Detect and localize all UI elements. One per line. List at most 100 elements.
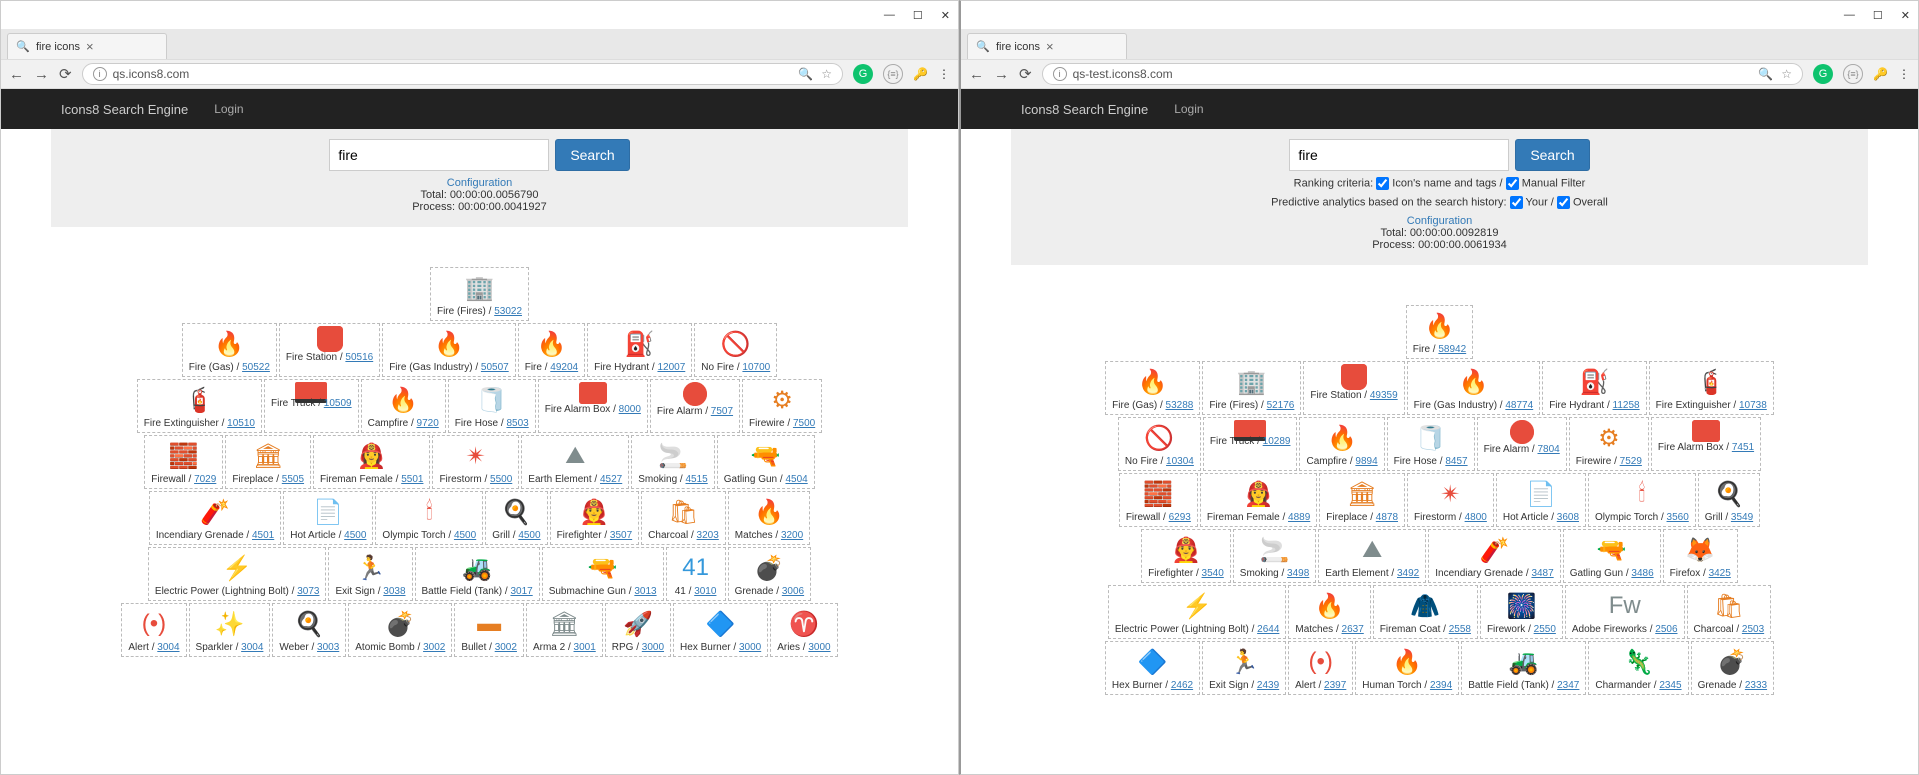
icon-card[interactable]: ✨Sparkler / 3004 (189, 603, 271, 657)
icon-score-link[interactable]: 3487 (1531, 568, 1553, 579)
icon-card[interactable]: ✴Firestorm / 5500 (432, 435, 519, 489)
icon-card[interactable]: 🏃Exit Sign / 3038 (328, 547, 412, 601)
icon-card[interactable]: 🔥Fire / 58942 (1406, 305, 1473, 359)
icon-card[interactable]: 🍳Grill / 3549 (1698, 473, 1760, 527)
icon-card[interactable]: ⚡Electric Power (Lightning Bolt) / 2644 (1108, 585, 1287, 639)
icon-card[interactable]: 🏢Fire (Fires) / 52176 (1202, 361, 1301, 415)
icon-card[interactable]: 🚜Battle Field (Tank) / 3017 (415, 547, 540, 601)
icon-score-link[interactable]: 9894 (1355, 456, 1377, 467)
icon-score-link[interactable]: 2558 (1449, 624, 1471, 635)
icon-score-link[interactable]: 2644 (1257, 624, 1279, 635)
icon-score-link[interactable]: 4500 (454, 530, 476, 541)
icon-card[interactable]: 🏛Fireplace / 4878 (1319, 473, 1405, 527)
icon-score-link[interactable]: 10509 (324, 398, 352, 409)
icon-card[interactable]: 🏃Exit Sign / 2439 (1202, 641, 1286, 695)
icon-score-link[interactable]: 4889 (1288, 512, 1310, 523)
browser-menu-icon[interactable]: ⋮ (938, 67, 950, 81)
icon-score-link[interactable]: 50516 (345, 352, 373, 363)
icon-score-link[interactable]: 2333 (1745, 680, 1767, 691)
icon-card[interactable]: ✴Firestorm / 4800 (1407, 473, 1494, 527)
icon-card[interactable]: 🧯Fire Extinguisher / 10510 (137, 379, 262, 433)
icon-card[interactable]: 🔥Fire (Gas) / 50522 (182, 323, 277, 377)
icon-score-link[interactable]: 3013 (634, 586, 656, 597)
icon-card[interactable]: 🏛Arma 2 / 3001 (526, 603, 603, 657)
search-button[interactable]: Search (1515, 139, 1589, 171)
icon-score-link[interactable]: 3002 (495, 642, 517, 653)
icon-score-link[interactable]: 3608 (1557, 512, 1579, 523)
icon-score-link[interactable]: 3425 (1709, 568, 1731, 579)
close-button[interactable]: ✕ (1901, 9, 1910, 22)
icon-score-link[interactable]: 2550 (1534, 624, 1556, 635)
icon-score-link[interactable]: 3003 (317, 642, 339, 653)
icon-score-link[interactable]: 49204 (550, 362, 578, 373)
icon-score-link[interactable]: 3002 (423, 642, 445, 653)
icon-card[interactable]: ⚙Firewire / 7500 (742, 379, 822, 433)
icon-score-link[interactable]: 2394 (1430, 680, 1452, 691)
tab-close-icon[interactable]: × (1046, 39, 1054, 54)
maximize-button[interactable]: ☐ (913, 9, 923, 22)
icon-score-link[interactable]: 4878 (1376, 512, 1398, 523)
icon-score-link[interactable]: 3006 (782, 586, 804, 597)
icon-score-link[interactable]: 3486 (1631, 568, 1653, 579)
icon-card[interactable]: ♈Aries / 3000 (770, 603, 837, 657)
icon-card[interactable]: ⛰Earth Element / 4527 (521, 435, 629, 489)
icon-score-link[interactable]: 3492 (1397, 568, 1419, 579)
icon-card[interactable]: 👩‍🚒Fireman Female / 4889 (1200, 473, 1317, 527)
icon-score-link[interactable]: 3000 (808, 642, 830, 653)
icon-card[interactable]: Fire Truck / 10289 (1203, 417, 1298, 471)
icon-score-link[interactable]: 4500 (344, 530, 366, 541)
icon-card[interactable]: 🚜Battle Field (Tank) / 2347 (1461, 641, 1586, 695)
criteria-overall-checkbox[interactable] (1557, 196, 1570, 209)
icon-card[interactable]: 🔥Campfire / 9894 (1299, 417, 1384, 471)
icon-card[interactable]: 4141 / 3010 (666, 547, 726, 601)
zoom-icon[interactable]: 🔍 (1758, 67, 1773, 81)
icon-card[interactable]: 🧥Fireman Coat / 2558 (1373, 585, 1478, 639)
icon-card[interactable]: 🏛Fireplace / 5505 (225, 435, 311, 489)
icon-card[interactable]: 👨‍🚒Firefighter / 3540 (1141, 529, 1231, 583)
icon-score-link[interactable]: 4515 (686, 474, 708, 485)
icon-score-link[interactable]: 5505 (282, 474, 304, 485)
icon-card[interactable]: 🍳Grill / 4500 (485, 491, 547, 545)
icon-card[interactable]: Fire Alarm Box / 8000 (538, 379, 648, 433)
icon-card[interactable]: 🎆Firework / 2550 (1480, 585, 1563, 639)
icon-card[interactable]: ⚙Firewire / 7529 (1569, 417, 1649, 471)
icon-score-link[interactable]: 3004 (241, 642, 263, 653)
icon-score-link[interactable]: 50507 (481, 362, 509, 373)
browser-tab[interactable]: 🔍fire icons× (967, 33, 1127, 59)
address-bar[interactable]: iqs-test.icons8.com🔍☆ (1042, 63, 1803, 85)
icon-card[interactable]: 🔫Submachine Gun / 3013 (542, 547, 664, 601)
icon-score-link[interactable]: 3001 (574, 642, 596, 653)
icon-score-link[interactable]: 5500 (490, 474, 512, 485)
icon-card[interactable]: 🔥Campfire / 9720 (361, 379, 446, 433)
icon-card[interactable]: 🧱Firewall / 6293 (1119, 473, 1198, 527)
icon-score-link[interactable]: 11258 (1613, 400, 1640, 411)
extension-icon[interactable]: G (853, 64, 873, 84)
icon-score-link[interactable]: 53022 (494, 306, 522, 317)
icon-card[interactable]: 🔥Fire / 49204 (518, 323, 585, 377)
icon-card[interactable]: 🚫No Fire / 10304 (1118, 417, 1201, 471)
icon-card[interactable]: 🔷Hex Burner / 2462 (1105, 641, 1200, 695)
icon-card[interactable]: 🧻Fire Hose / 8503 (448, 379, 536, 433)
icon-score-link[interactable]: 7029 (194, 474, 216, 485)
icon-card[interactable]: 👩‍🚒Fireman Female / 5501 (313, 435, 430, 489)
extension-icon[interactable]: 🔑 (1873, 67, 1888, 81)
forward-button[interactable]: → (994, 66, 1009, 83)
icon-card[interactable]: Fire Station / 49359 (1303, 361, 1404, 415)
icon-score-link[interactable]: 2503 (1742, 624, 1764, 635)
icon-card[interactable]: 📄Hot Article / 4500 (283, 491, 373, 545)
icon-score-link[interactable]: 7451 (1732, 442, 1754, 453)
bookmark-icon[interactable]: ☆ (821, 67, 832, 81)
login-link[interactable]: Login (1174, 102, 1203, 116)
icon-card[interactable]: 📄Hot Article / 3608 (1496, 473, 1586, 527)
site-info-icon[interactable]: i (1053, 67, 1067, 81)
icon-score-link[interactable]: 2637 (1342, 624, 1364, 635)
icon-card[interactable]: 💣Atomic Bomb / 3002 (348, 603, 452, 657)
configuration-link[interactable]: Configuration (447, 177, 512, 189)
icon-card[interactable]: 🧯Fire Extinguisher / 10738 (1649, 361, 1774, 415)
icon-card[interactable]: 🔥Human Torch / 2394 (1355, 641, 1459, 695)
back-button[interactable]: ← (9, 66, 24, 83)
site-info-icon[interactable]: i (93, 67, 107, 81)
icon-score-link[interactable]: 7507 (711, 406, 733, 417)
icon-card[interactable]: 🍳Weber / 3003 (272, 603, 346, 657)
icon-score-link[interactable]: 12007 (657, 362, 685, 373)
